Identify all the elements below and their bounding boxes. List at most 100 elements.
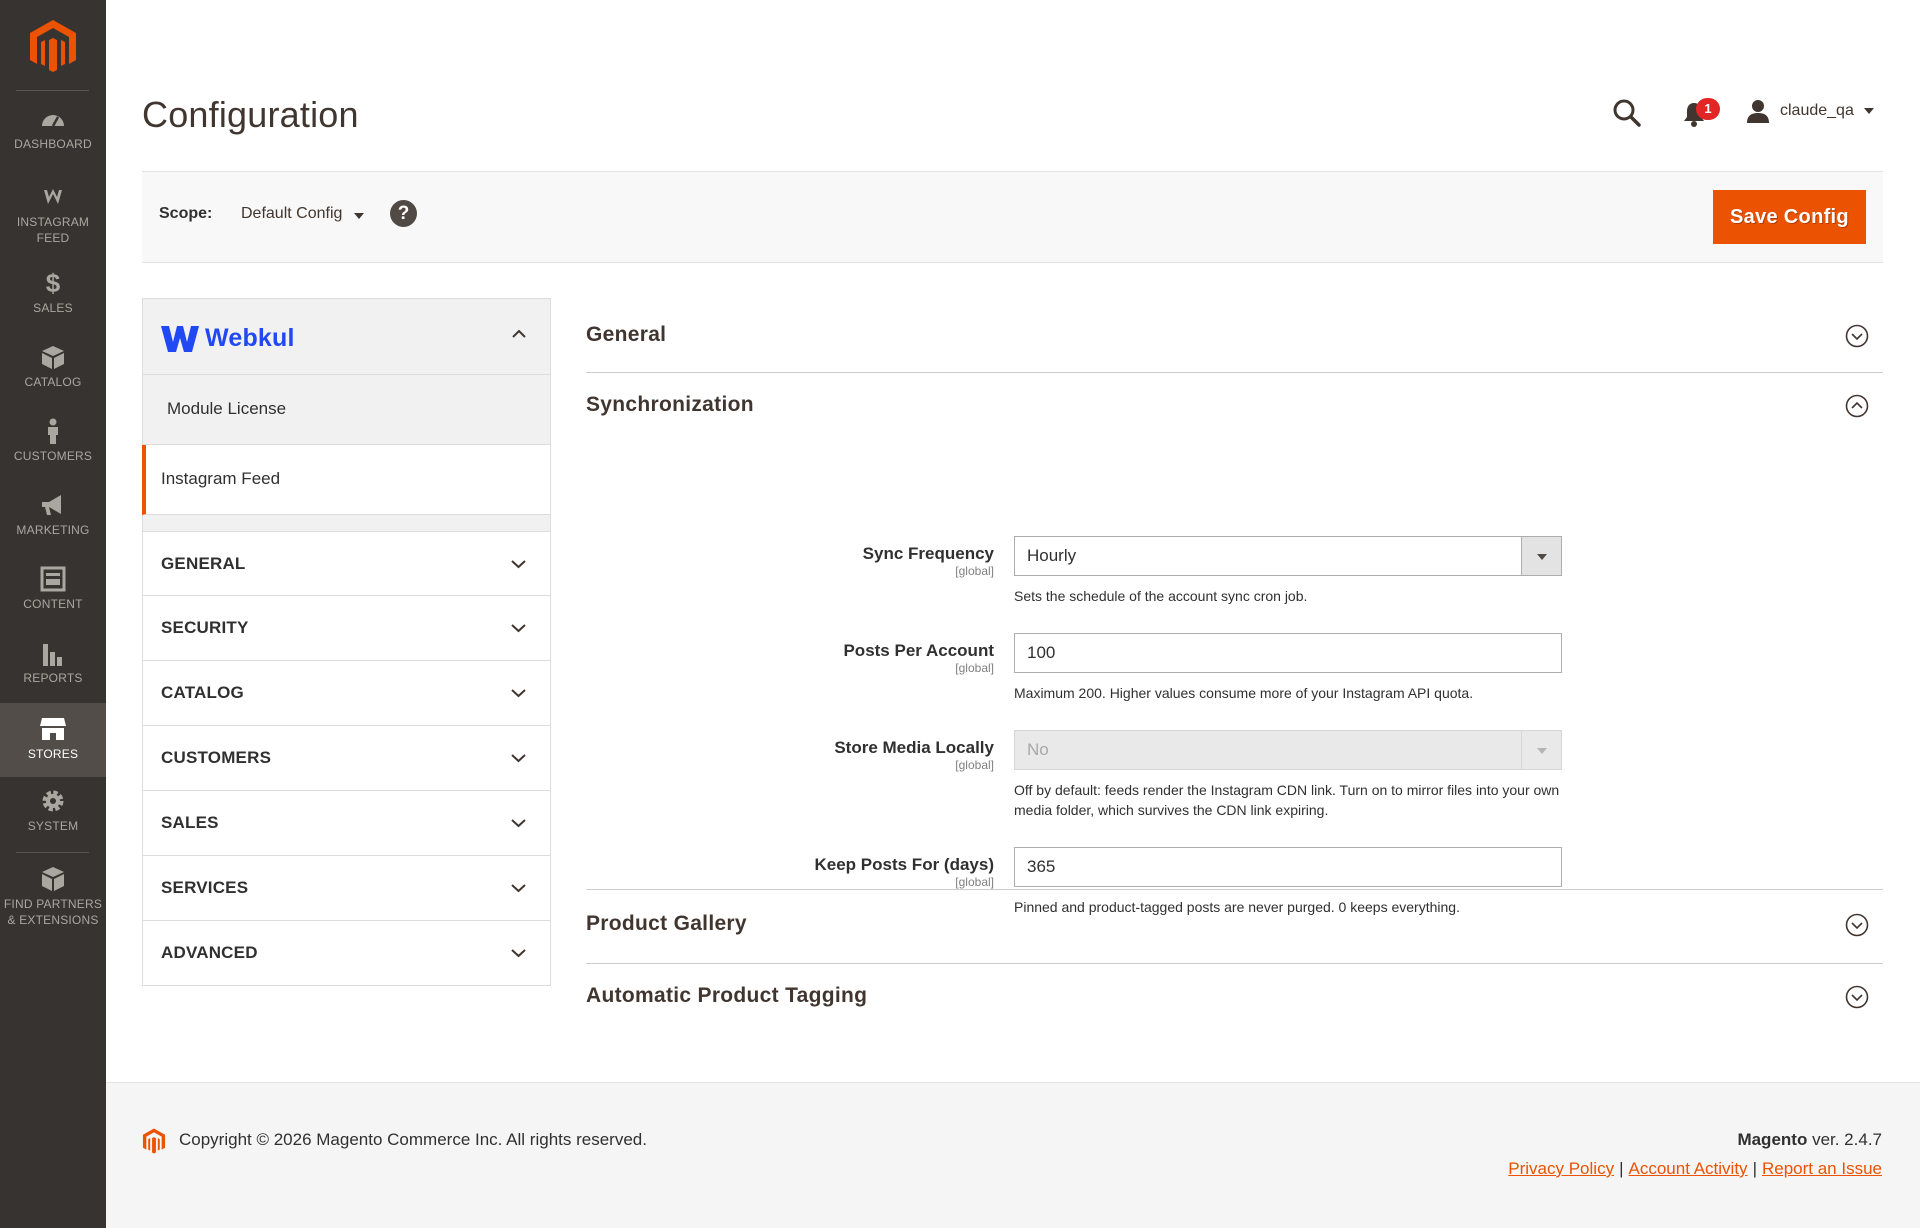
chevron-down-icon [511, 819, 526, 828]
tab-section-catalog[interactable]: CATALOG [142, 661, 551, 726]
webkul-w-icon [161, 325, 199, 352]
help-icon[interactable]: ? [390, 200, 417, 227]
field-label-text: Sync Frequency [862, 544, 994, 563]
instagram-feed-icon [44, 189, 62, 204]
nav-item-content[interactable]: CONTENT [0, 566, 106, 628]
chevron-down-icon [511, 884, 526, 893]
user-avatar-icon [1747, 100, 1769, 123]
chevron-down-icon [511, 689, 526, 698]
group-title[interactable]: Synchronization [586, 393, 754, 417]
group-title: General [586, 323, 667, 346]
nav-label: DASHBOARD [14, 137, 92, 151]
magento-logo-icon[interactable] [28, 18, 78, 74]
tab-item-label: Instagram Feed [161, 469, 281, 488]
tab-section-customers[interactable]: CUSTOMERS [142, 726, 551, 791]
nav-label: SALES [33, 301, 73, 315]
nav-divider [16, 852, 89, 853]
page-footer: Copyright © 2026 Magento Commerce Inc. A… [106, 1082, 1920, 1228]
section-label: CUSTOMERS [161, 748, 272, 767]
sync-frequency-select[interactable]: Hourly [1014, 536, 1562, 576]
chevron-down-icon [1863, 108, 1874, 114]
field-label-text: Posts Per Account [843, 641, 994, 660]
account-activity-link[interactable]: Account Activity [1629, 1159, 1748, 1178]
brand-name: Magento [1737, 1130, 1808, 1149]
nav-item-marketing[interactable]: MARKETING [0, 492, 106, 554]
nav-item-system[interactable]: SYSTEM [0, 788, 106, 850]
field-label: Sync Frequency [global] [863, 544, 994, 578]
scope-bar: Scope: Default Config ? Save Config [142, 171, 1883, 263]
link-separator: | [1752, 1159, 1757, 1178]
scope-value: Default Config [241, 205, 343, 222]
field-label: Posts Per Account [global] [843, 641, 994, 675]
group-synchronization: Synchronization Sync Frequency [global] … [586, 373, 1883, 915]
field-note: Sets the schedule of the account sync cr… [1014, 588, 1308, 604]
footer-links: Privacy Policy | Account Activity | Report a… [1508, 1159, 1882, 1179]
privacy-policy-link[interactable]: Privacy Policy [1508, 1159, 1614, 1178]
nav-label: STORES [27, 747, 79, 761]
tab-section-sales[interactable]: SALES [142, 791, 551, 856]
person-icon [48, 418, 58, 444]
box-icon [42, 346, 64, 369]
chevron-down-icon [1521, 537, 1561, 575]
nav-label: INSTAGRAM FEED [16, 215, 90, 245]
tab-item-module-license[interactable]: Module License [142, 375, 551, 445]
nav-item-find-partners[interactable]: FIND PARTNERS & EXTENSIONS [0, 866, 106, 948]
chevron-circle-down-icon [1845, 985, 1869, 1009]
report-issue-link[interactable]: Report an Issue [1762, 1159, 1882, 1178]
search-icon[interactable] [1612, 98, 1642, 128]
nav-item-dashboard[interactable]: DASHBOARD [0, 106, 106, 168]
nav-divider [16, 90, 89, 91]
select-value: Hourly [1027, 546, 1077, 565]
tab-item-instagram-feed[interactable]: Instagram Feed [142, 445, 551, 515]
nav-item-catalog[interactable]: CATALOG [0, 344, 106, 406]
nav-item-customers[interactable]: CUSTOMERS [0, 418, 106, 480]
user-menu[interactable]: claude_qa [1746, 98, 1874, 124]
config-tabs: Webkul Module License Instagram Feed GEN… [142, 298, 551, 986]
chevron-down-icon [511, 624, 526, 633]
field-scope: [global] [955, 661, 994, 675]
scope-switcher[interactable]: Default Config [241, 205, 365, 223]
field-scope: [global] [955, 564, 994, 578]
chevron-circle-down-icon [1845, 324, 1869, 348]
chevron-down-icon [354, 213, 365, 219]
posts-per-account-input[interactable]: 100 [1014, 633, 1562, 673]
chevron-circle-up-icon[interactable] [1845, 394, 1869, 418]
section-label: SALES [161, 813, 219, 832]
nav-label: SYSTEM [27, 819, 79, 833]
magento-logo-icon [142, 1128, 166, 1154]
nav-item-stores[interactable]: STORES [0, 703, 106, 777]
tab-section-general[interactable]: GENERAL [142, 531, 551, 596]
save-config-button[interactable]: Save Config [1713, 190, 1866, 244]
tab-section-advanced[interactable]: ADVANCED [142, 921, 551, 986]
group-automatic-product-tagging[interactable]: Automatic Product Tagging [586, 964, 1883, 1038]
copyright-text: Copyright © 2026 Magento Commerce Inc. A… [179, 1130, 647, 1149]
webkul-logo: Webkul [161, 324, 295, 353]
tab-section-services[interactable]: SERVICES [142, 856, 551, 921]
nav-item-instagram-feed[interactable]: INSTAGRAM FEED [0, 184, 106, 254]
group-title: Automatic Product Tagging [586, 984, 868, 1007]
notification-badge[interactable]: 1 [1696, 98, 1720, 120]
nav-item-sales[interactable]: $ SALES [0, 270, 106, 332]
group-product-gallery[interactable]: Product Gallery [586, 890, 1883, 964]
config-main: General Synchronization Sync Frequency [… [586, 303, 1883, 1038]
svg-text:$: $ [46, 270, 61, 296]
section-label: GENERAL [161, 554, 246, 573]
nav-label: CATALOG [24, 375, 82, 389]
nav-item-reports[interactable]: REPORTS [0, 640, 106, 702]
field-label-text: Store Media Locally [834, 738, 994, 757]
group-general[interactable]: General [586, 303, 1883, 373]
keep-posts-for-input[interactable]: 365 [1014, 847, 1562, 887]
field-label: Keep Posts For (days) [global] [815, 855, 995, 889]
field-scope: [global] [955, 758, 994, 772]
field-scope: [global] [955, 875, 994, 889]
link-separator: | [1619, 1159, 1624, 1178]
tab-section-security[interactable]: SECURITY [142, 596, 551, 661]
section-label: SECURITY [161, 618, 249, 637]
chevron-down-icon [511, 949, 526, 958]
gear-icon [42, 790, 64, 812]
tab-webkul[interactable]: Webkul [142, 298, 551, 375]
section-label: SERVICES [161, 878, 249, 897]
scope-label: Scope: [159, 205, 213, 222]
extensions-icon [42, 867, 64, 891]
webkul-name: Webkul [205, 324, 295, 352]
